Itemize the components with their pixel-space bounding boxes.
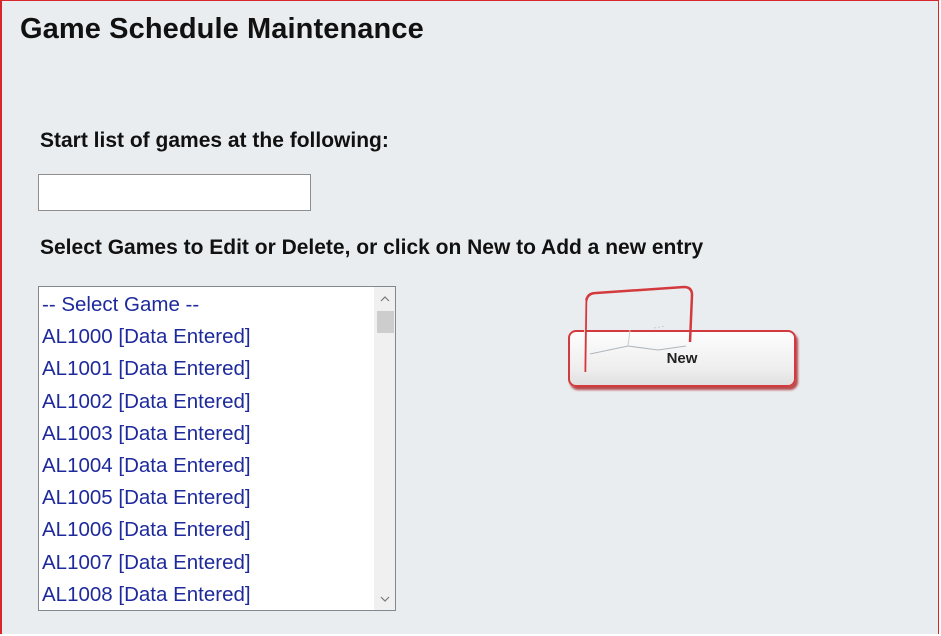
- start-list-label: Start list of games at the following:: [40, 129, 389, 152]
- new-button-label: New: [666, 350, 698, 367]
- scroll-down-arrow-icon[interactable]: [375, 588, 395, 610]
- new-button[interactable]: New: [568, 330, 796, 387]
- list-item[interactable]: AL1001 [Data Entered]: [41, 353, 373, 385]
- list-item[interactable]: AL1008 [Data Entered]: [41, 579, 373, 610]
- list-item[interactable]: AL1000 [Data Entered]: [41, 321, 373, 353]
- vertical-scrollbar[interactable]: [374, 287, 395, 610]
- games-listbox[interactable]: -- Select Game -- AL1000 [Data Entered] …: [38, 286, 396, 611]
- list-item[interactable]: AL1002 [Data Entered]: [41, 386, 373, 418]
- start-list-input[interactable]: [38, 174, 311, 211]
- list-item-select-game[interactable]: -- Select Game --: [41, 289, 373, 321]
- list-item[interactable]: AL1007 [Data Entered]: [41, 547, 373, 579]
- scroll-up-arrow-icon[interactable]: [375, 287, 395, 309]
- select-games-label: Select Games to Edit or Delete, or click…: [40, 236, 704, 259]
- list-item[interactable]: AL1005 [Data Entered]: [41, 482, 373, 514]
- list-item[interactable]: AL1006 [Data Entered]: [41, 514, 373, 546]
- new-button-area: New: [568, 280, 798, 392]
- list-item[interactable]: AL1003 [Data Entered]: [41, 418, 373, 450]
- games-list-items: -- Select Game -- AL1000 [Data Entered] …: [41, 289, 373, 610]
- scrollbar-thumb[interactable]: [377, 311, 394, 333]
- main-panel: Game Schedule Maintenance Start list of …: [0, 0, 939, 634]
- list-item[interactable]: AL1004 [Data Entered]: [41, 450, 373, 482]
- page-title: Game Schedule Maintenance: [20, 13, 424, 45]
